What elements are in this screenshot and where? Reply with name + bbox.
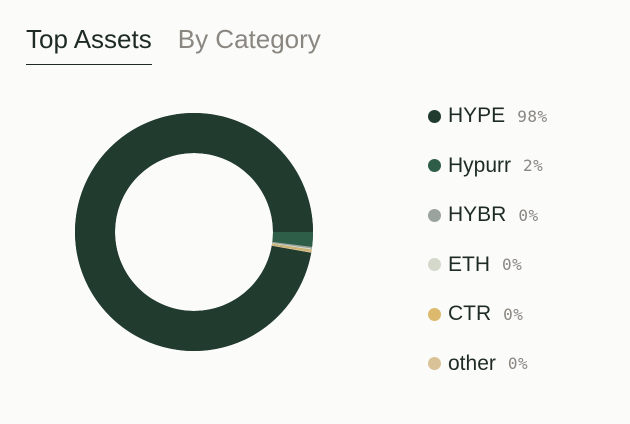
legend-percent: 2%: [523, 156, 544, 176]
legend-label: HYBR: [448, 203, 507, 227]
legend-item-eth[interactable]: ETH 0%: [428, 249, 548, 281]
legend-percent: 0%: [502, 255, 523, 275]
legend-percent: 0%: [507, 354, 529, 374]
legend-dot-icon: [428, 357, 441, 371]
legend-label: ETH: [448, 252, 490, 276]
legend-dot-icon: [428, 208, 441, 222]
legend-percent: 98%: [517, 106, 548, 126]
legend-dot-icon: [428, 109, 441, 123]
donut-slice-hype[interactable]: [75, 112, 314, 351]
legend-item-other[interactable]: other 0%: [428, 348, 548, 380]
legend-dot-icon: [428, 159, 441, 173]
legend-item-hybr[interactable]: HYBR 0%: [428, 199, 548, 231]
donut-chart: [74, 112, 314, 352]
legend-label: Hypurr: [448, 153, 512, 177]
tab-top-assets[interactable]: Top Assets: [26, 22, 152, 65]
legend-item-hypurr[interactable]: Hypurr 2%: [428, 150, 548, 182]
legend-item-hype[interactable]: HYPE 98%: [428, 100, 548, 132]
legend-label: other: [448, 351, 496, 375]
legend-label: HYPE: [448, 104, 506, 127]
legend-item-ctr[interactable]: CTR 0%: [428, 298, 548, 330]
chart-legend: HYPE 98% Hypurr 2% HYBR 0% ETH 0% CTR 0%…: [428, 100, 548, 398]
legend-label: CTR: [448, 302, 492, 326]
donut-chart-svg: [75, 112, 314, 351]
legend-percent: 0%: [518, 205, 539, 225]
tab-bar: Top Assets By Category: [26, 22, 321, 65]
legend-dot-icon: [428, 258, 441, 272]
tab-by-category[interactable]: By Category: [178, 22, 321, 65]
legend-dot-icon: [428, 307, 441, 321]
legend-percent: 0%: [503, 304, 524, 324]
